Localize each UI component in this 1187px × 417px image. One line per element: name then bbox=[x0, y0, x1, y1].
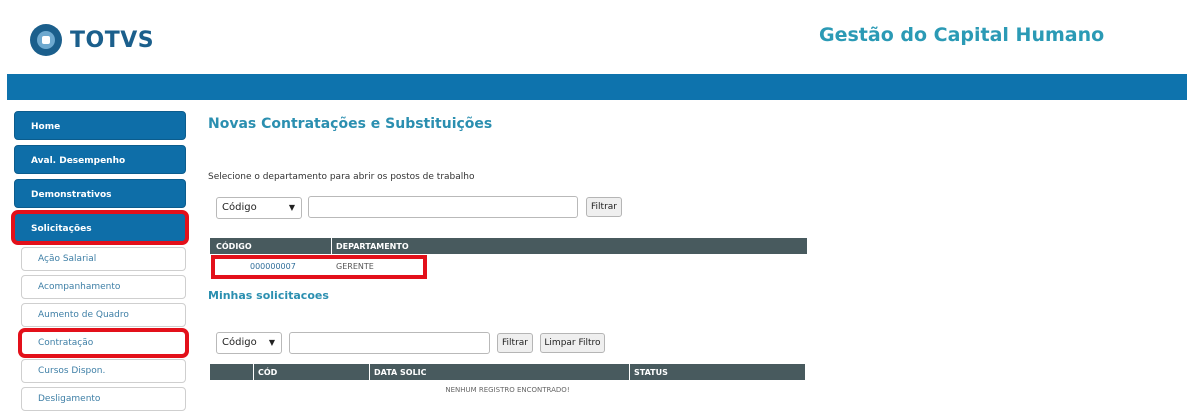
sidebar-item-aval-desempenho[interactable]: Aval. Desempenho bbox=[14, 145, 186, 174]
department-filter-input[interactable] bbox=[308, 196, 578, 218]
department-table-header: CÓDIGO DEPARTAMENTO bbox=[210, 238, 807, 254]
filter-button[interactable]: Filtrar bbox=[497, 333, 533, 353]
sidebar-item-home[interactable]: Home bbox=[14, 111, 186, 140]
chevron-down-icon: ▼ bbox=[288, 203, 295, 212]
totvs-logo[interactable]: TOTVS bbox=[30, 24, 154, 56]
chevron-down-icon: ▼ bbox=[268, 338, 275, 347]
department-filter-select[interactable]: Código ▼ bbox=[216, 197, 302, 219]
sidebar: Home Aval. Desempenho Demonstrativos Sol… bbox=[11, 111, 189, 415]
sidebar-item-demonstrativos[interactable]: Demonstrativos bbox=[14, 179, 186, 208]
sidebar-subitem-acao-salarial[interactable]: Ação Salarial bbox=[21, 247, 186, 271]
row-codigo-link[interactable]: 000000007 bbox=[250, 262, 296, 271]
sidebar-subitem-desligamento[interactable]: Desligamento bbox=[21, 387, 186, 411]
sidebar-item-solicitacoes[interactable]: Solicitações bbox=[11, 210, 189, 245]
header-data-solic: DATA SOLIC bbox=[374, 368, 427, 377]
page-title: Novas Contratações e Substituições bbox=[208, 116, 493, 132]
sidebar-subitem-contratacao[interactable]: Contratação bbox=[18, 328, 189, 358]
requests-table-header: CÓD DATA SOLIC STATUS bbox=[210, 364, 805, 380]
table-row[interactable]: 000000007 GERENTE bbox=[211, 255, 427, 279]
header-codigo: CÓDIGO bbox=[216, 242, 252, 251]
filter-button[interactable]: Filtrar bbox=[586, 197, 622, 217]
column-divider bbox=[331, 238, 332, 254]
header-cod: CÓD bbox=[258, 368, 278, 377]
totvs-logo-icon bbox=[30, 24, 62, 56]
column-divider bbox=[629, 364, 630, 380]
select-value: Código bbox=[222, 202, 257, 213]
header: TOTVS Gestão do Capital Humano bbox=[0, 0, 1187, 74]
app-title: Gestão do Capital Humano bbox=[819, 24, 1105, 46]
top-nav-bar bbox=[7, 74, 1187, 100]
request-filter-input[interactable] bbox=[289, 332, 490, 354]
header-status: STATUS bbox=[634, 368, 668, 377]
column-divider bbox=[369, 364, 370, 380]
header-departamento: DEPARTAMENTO bbox=[336, 242, 409, 251]
select-value: Código bbox=[222, 337, 257, 348]
empty-table-message: NENHUM REGISTRO ENCONTRADO! bbox=[445, 386, 570, 394]
sidebar-subitem-cursos-dispon[interactable]: Cursos Dispon. bbox=[21, 359, 186, 383]
instruction-text: Selecione o departamento para abrir os p… bbox=[208, 172, 475, 182]
logo-text: TOTVS bbox=[70, 27, 155, 53]
column-divider bbox=[253, 364, 254, 380]
sidebar-subitem-aumento-de-quadro[interactable]: Aumento de Quadro bbox=[21, 303, 186, 327]
clear-filter-button[interactable]: Limpar Filtro bbox=[540, 333, 605, 353]
section-title-minhas-solicitacoes: Minhas solicitacoes bbox=[208, 289, 329, 302]
row-departamento: GERENTE bbox=[336, 262, 374, 271]
sidebar-subitem-acompanhamento[interactable]: Acompanhamento bbox=[21, 275, 186, 299]
request-filter-select[interactable]: Código ▼ bbox=[216, 332, 282, 354]
